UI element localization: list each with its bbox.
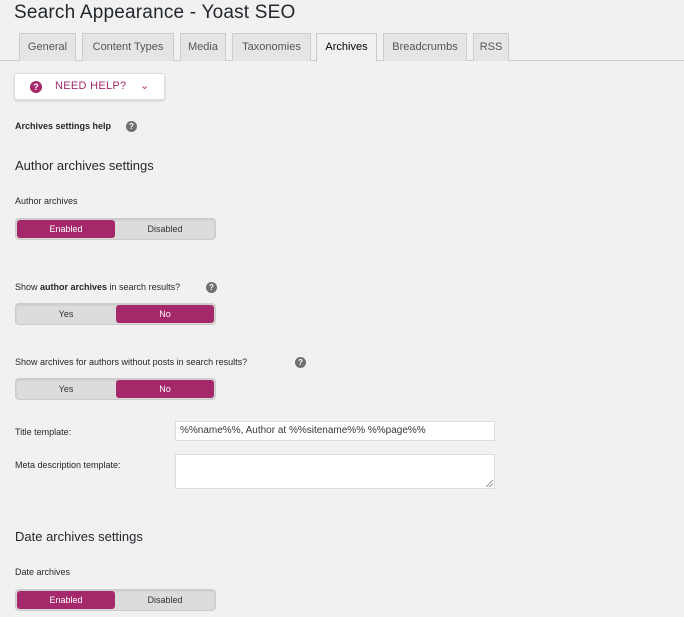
help-icon[interactable]: ? [295,357,306,368]
meta-description-template-label: Meta description template: [15,460,121,470]
author-archives-heading: Author archives settings [15,158,154,173]
title-template-label: Title template: [15,427,72,437]
date-archives-heading: Date archives settings [15,529,143,544]
authors-without-posts-yes-option[interactable]: Yes [17,380,115,398]
tab-archives[interactable]: Archives [316,33,377,62]
help-icon[interactable]: ? [206,282,217,293]
help-icon[interactable]: ? [126,121,137,132]
author-archives-enabled-option[interactable]: Enabled [17,220,115,238]
label-prefix: Show [15,282,41,292]
tab-taxonomies[interactable]: Taxonomies [232,33,311,61]
title-template-input[interactable]: %%name%%, Author at %%sitename%% %%page%… [175,421,495,441]
author-archives-disabled-option[interactable]: Disabled [116,220,214,238]
resize-handle[interactable] [486,480,493,487]
date-archives-label: Date archives [15,567,71,577]
author-archives-label: Author archives [15,196,78,206]
need-help-button[interactable]: ? NEED HELP? ⌄ [14,73,165,100]
archives-help-label: Archives settings help [15,121,112,131]
meta-description-template-textarea[interactable] [175,454,495,489]
show-author-archives-no-option[interactable]: No [116,305,214,323]
date-archives-toggle: Enabled Disabled [15,589,216,611]
authors-without-posts-toggle: Yes No [15,378,216,400]
question-circle-icon: ? [30,81,42,93]
page-title: Search Appearance - Yoast SEO [14,2,296,23]
tab-breadcrumbs[interactable]: Breadcrumbs [383,33,467,61]
tab-media[interactable]: Media [180,33,226,61]
tab-general[interactable]: General [19,33,76,61]
author-archives-toggle: Enabled Disabled [15,218,216,240]
chevron-down-icon: ⌄ [140,80,150,92]
tab-rss[interactable]: RSS [473,33,509,61]
tab-content-types[interactable]: Content Types [82,33,174,61]
authors-without-posts-no-option[interactable]: No [116,380,214,398]
show-author-archives-label: Show author archives in search results? [15,282,180,292]
show-author-archives-toggle: Yes No [15,303,216,325]
label-bold: author archives [40,282,108,292]
tab-bar: General Content Types Media Taxonomies A… [0,33,684,62]
date-archives-enabled-option[interactable]: Enabled [17,591,115,609]
authors-without-posts-label: Show archives for authors without posts … [15,357,248,367]
need-help-label: NEED HELP? [55,80,127,92]
date-archives-disabled-option[interactable]: Disabled [116,591,214,609]
show-author-archives-yes-option[interactable]: Yes [17,305,115,323]
label-suffix: in search results? [107,282,181,292]
